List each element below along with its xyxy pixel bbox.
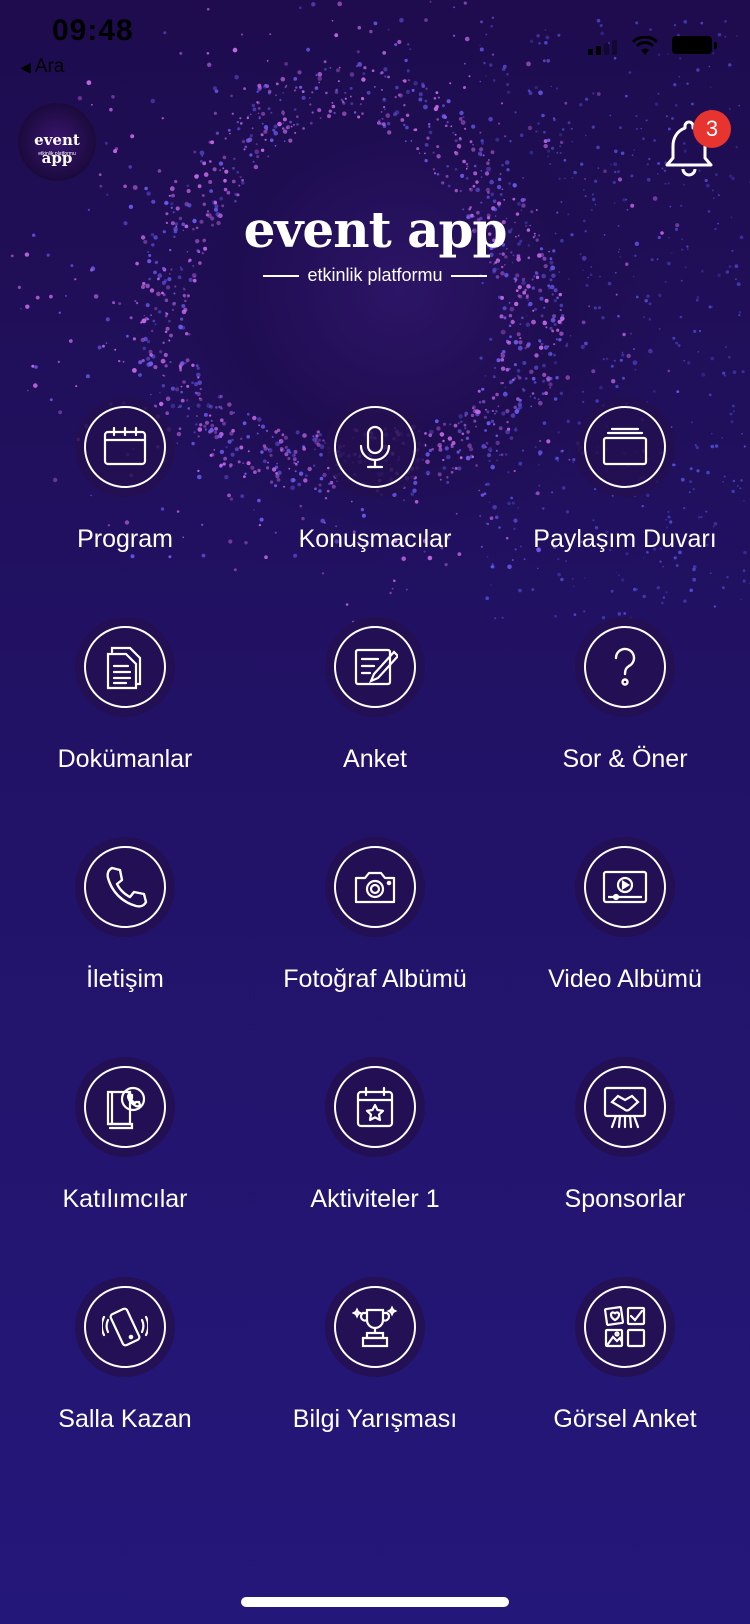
menu-grid: Program Konuşmacılar Paylaşım Duvarı Dok… xyxy=(0,0,750,1624)
menu-item-label: İletişim xyxy=(86,965,164,993)
menu-item-katilimcilar[interactable]: Katılımcılar xyxy=(5,1057,245,1214)
calendar-star-icon xyxy=(356,1086,394,1128)
video-icon xyxy=(602,870,648,904)
menu-item-label: Dokümanlar xyxy=(57,745,193,773)
menu-item-label: Fotoğraf Albümü xyxy=(283,965,467,993)
home-indicator[interactable] xyxy=(241,1597,509,1607)
menu-item-sor-oner[interactable]: Sor & Öner xyxy=(505,617,745,774)
menu-item-program[interactable]: Program xyxy=(5,397,245,554)
menu-item-label: Görsel Anket xyxy=(553,1405,697,1433)
menu-item-label: Salla Kazan xyxy=(58,1405,192,1433)
menu-item-label: Bilgi Yarışması xyxy=(292,1405,458,1433)
menu-item-label: Katılımcılar xyxy=(62,1185,188,1213)
board-icon xyxy=(602,427,648,466)
menu-item-fotograf-albumu[interactable]: Fotoğraf Albümü xyxy=(255,837,495,994)
menu-item-video-albumu[interactable]: Video Albümü xyxy=(505,837,745,994)
menu-item-sponsorlar[interactable]: Sponsorlar xyxy=(505,1057,745,1214)
question-icon xyxy=(614,647,636,686)
menu-item-anket[interactable]: Anket xyxy=(255,617,495,774)
phone-icon xyxy=(106,866,148,908)
menu-item-gorsel-anket[interactable]: Görsel Anket xyxy=(505,1277,745,1434)
menu-item-label: Program xyxy=(77,525,173,553)
menu-item-label: Konuşmacılar xyxy=(298,525,452,553)
menu-item-konusmacilar[interactable]: Konuşmacılar xyxy=(255,397,495,554)
menu-item-label: Sor & Öner xyxy=(562,745,688,773)
menu-item-iletisim[interactable]: İletişim xyxy=(5,837,245,994)
menu-item-aktiviteler[interactable]: Aktiviteler 1 xyxy=(255,1057,495,1214)
menu-item-label: Paylaşım Duvarı xyxy=(533,525,717,553)
shake-phone-icon xyxy=(102,1307,148,1347)
survey-icon xyxy=(354,648,398,686)
handshake-board-icon xyxy=(603,1086,647,1129)
contacts-book-icon xyxy=(106,1086,146,1130)
menu-item-dokumanlar[interactable]: Dokümanlar xyxy=(5,617,245,774)
microphone-icon xyxy=(359,425,391,469)
documents-icon xyxy=(106,646,142,690)
menu-item-paylasim-duvari[interactable]: Paylaşım Duvarı xyxy=(505,397,745,554)
image-poll-icon xyxy=(603,1305,646,1348)
menu-item-label: Video Albümü xyxy=(548,965,702,993)
camera-icon xyxy=(354,871,396,904)
trophy-icon xyxy=(352,1305,398,1348)
menu-item-label: Aktiviteler 1 xyxy=(310,1185,440,1213)
menu-item-salla-kazan[interactable]: Salla Kazan xyxy=(5,1277,245,1434)
menu-item-label: Sponsorlar xyxy=(564,1185,686,1213)
calendar-icon xyxy=(103,426,147,466)
menu-item-label: Anket xyxy=(343,745,407,773)
menu-item-bilgi-yarismasi[interactable]: Bilgi Yarışması xyxy=(255,1277,495,1434)
